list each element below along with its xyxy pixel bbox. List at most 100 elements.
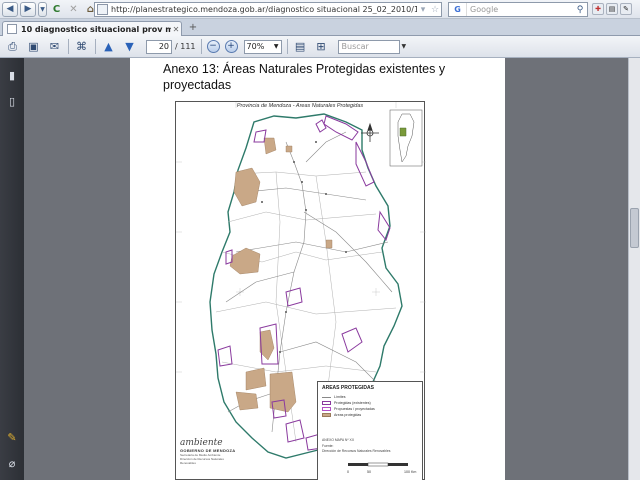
next-page-button[interactable]: ▼ xyxy=(121,38,138,55)
dropdown-icon[interactable]: ▾ xyxy=(417,5,429,15)
chevron-down-icon: ▼ xyxy=(40,5,45,13)
zoom-select[interactable]: 70% ▼ xyxy=(243,39,282,54)
tab-pdf[interactable]: 10 diagnostico situacional prov mza.... … xyxy=(2,21,182,36)
toolbar-divider xyxy=(68,39,69,54)
pdf-page: Anexo 13: Áreas Naturales Protegidas exi… xyxy=(130,58,505,480)
logo-word: ambiente xyxy=(180,438,223,448)
addon-red-icon[interactable]: ✚ xyxy=(592,3,604,15)
google-icon[interactable]: G xyxy=(449,3,467,16)
stop-icon: ✕ xyxy=(69,3,78,15)
legend-note: Fuente: xyxy=(322,444,334,448)
north-arrow-icon xyxy=(361,122,379,142)
share-button[interactable]: ✉ xyxy=(46,38,63,55)
url-text: http://planestrategico.mendoza.gob.ar/di… xyxy=(111,5,417,14)
legend-label: Límites xyxy=(334,395,346,399)
minus-icon: − xyxy=(209,41,217,51)
plus-icon: + xyxy=(227,41,235,51)
bookmarks-button[interactable]: ⌘ xyxy=(73,38,90,55)
page-total: / 111 xyxy=(175,42,196,51)
pdf-tab-icon xyxy=(7,24,17,34)
scrollbar-thumb[interactable] xyxy=(630,208,639,248)
addon-page-icon[interactable]: ▤ xyxy=(606,3,618,15)
legend-label: Areas protegidas xyxy=(334,413,362,417)
paperclip-icon: ⌀ xyxy=(8,456,16,470)
inset-map xyxy=(389,109,423,167)
legend-swatch-fill xyxy=(322,413,331,417)
fit-page-button[interactable]: ▤ xyxy=(292,38,309,55)
scale-label: 100 Km xyxy=(404,470,417,474)
fit-width-icon: ⊞ xyxy=(316,40,326,53)
history-dropdown[interactable]: ▼ xyxy=(38,1,47,17)
comments-panel-button[interactable]: ✎ xyxy=(5,430,19,444)
legend-item: Areas protegidas xyxy=(322,412,422,418)
search-box[interactable]: G Google ⚲ xyxy=(448,2,588,17)
forward-icon: ▶ xyxy=(24,4,32,14)
arrow-up-icon: ▲ xyxy=(104,40,113,53)
new-tab-button[interactable]: + xyxy=(186,22,200,35)
stop-button[interactable]: ✕ xyxy=(66,2,81,17)
fit-width-button[interactable]: ⊞ xyxy=(313,38,330,55)
page-heading: Anexo 13: Áreas Naturales Protegidas exi… xyxy=(163,62,446,92)
pdf-nav-pane: ▮ ▯ ✎ ⌀ xyxy=(0,58,24,480)
chevron-down-icon: ▼ xyxy=(273,43,279,50)
legend-label: Propuestas / proyectadas xyxy=(334,407,375,411)
bookmarks-panel-button[interactable]: ▯ xyxy=(5,94,19,108)
printer-icon: ⎙ xyxy=(8,39,17,53)
pages-panel-button[interactable]: ▮ xyxy=(5,68,19,82)
url-bar[interactable]: http://planestrategico.mendoza.gob.ar/di… xyxy=(94,2,442,17)
search-icon[interactable]: ⚲ xyxy=(573,5,587,15)
reload-icon: C xyxy=(52,3,61,15)
legend-swatch-proposed xyxy=(322,407,331,411)
prev-page-button[interactable]: ▲ xyxy=(100,38,117,55)
scale-bar xyxy=(348,462,408,467)
find-placeholder: Buscar xyxy=(341,42,369,51)
chevron-down-icon[interactable]: ▼ xyxy=(402,43,407,50)
legend-note: ANEXO MAPA Nº XX xyxy=(322,438,355,442)
ambiente-logo: ambiente GOBIERNO DE MENDOZA Secretaría … xyxy=(180,438,260,480)
scale-label: 50 xyxy=(367,470,371,474)
zoom-out-button[interactable]: − xyxy=(206,40,220,53)
browser-navbar: ◀ ▶ ▼ C ✕ ⌂ ✦ http://planestrategico.men… xyxy=(0,0,640,19)
fit-page-icon: ▤ xyxy=(294,40,306,53)
page-number-input[interactable]: 20 xyxy=(146,39,172,54)
vertical-scrollbar[interactable] xyxy=(628,58,640,480)
toolbar-divider xyxy=(95,39,96,54)
bookmark-icon: ▯ xyxy=(8,94,16,108)
star-icon[interactable]: ☆ xyxy=(429,5,441,15)
map-grid xyxy=(176,102,426,373)
arrow-down-icon: ▼ xyxy=(125,40,134,53)
pdf-toolbar: ⎙ ▣ ✉ ⌘ ▲ ▼ 20 / 111 − + 70% ▼ ▤ ⊞ Busca… xyxy=(0,36,640,58)
print-button[interactable]: ⎙ xyxy=(4,38,21,55)
settlements xyxy=(261,141,347,353)
legend-label: Protegidas (existentes) xyxy=(334,401,371,405)
map-figure: Provincia de Mendoza - Areas Naturales P… xyxy=(175,101,426,480)
scale-label: 0 xyxy=(347,470,349,474)
addon-ext-icon[interactable]: ✎ xyxy=(620,3,632,15)
reload-button[interactable]: C xyxy=(49,2,64,17)
legend-note: Dirección de Recursos Naturales Renovabl… xyxy=(322,449,391,453)
attachments-panel-button[interactable]: ⌀ xyxy=(5,456,19,470)
forward-button[interactable]: ▶ xyxy=(20,1,36,17)
back-button[interactable]: ◀ xyxy=(2,1,18,17)
pages-icon: ▮ xyxy=(8,68,16,82)
toolbar-divider xyxy=(200,39,202,54)
save-button[interactable]: ▣ xyxy=(25,38,42,55)
close-icon[interactable]: ✕ xyxy=(171,25,181,34)
back-icon: ◀ xyxy=(6,4,14,14)
logo-line: Renovables xyxy=(180,461,196,465)
favicon-icon xyxy=(97,4,108,15)
tab-title: 10 diagnostico situacional prov mza.... xyxy=(21,24,171,34)
zoom-value: 70% xyxy=(246,42,265,51)
tab-strip: 10 diagnostico situacional prov mza.... … xyxy=(0,19,640,36)
legend-swatch-existing xyxy=(322,401,331,405)
addon-icons: ✚ ▤ ✎ xyxy=(592,3,634,15)
toolbar-divider xyxy=(286,39,288,54)
comment-icon: ✎ xyxy=(7,430,17,444)
document-viewport[interactable]: Anexo 13: Áreas Naturales Protegidas exi… xyxy=(24,58,628,480)
map-legend: AREAS PROTEGIDAS Límites Protegidas (exi… xyxy=(317,381,423,480)
search-input[interactable]: Google xyxy=(467,5,573,14)
legend-title: AREAS PROTEGIDAS xyxy=(322,385,374,391)
find-input[interactable]: Buscar xyxy=(337,39,400,54)
zoom-in-button[interactable]: + xyxy=(224,40,238,53)
legend-swatch-boundary xyxy=(322,396,331,398)
